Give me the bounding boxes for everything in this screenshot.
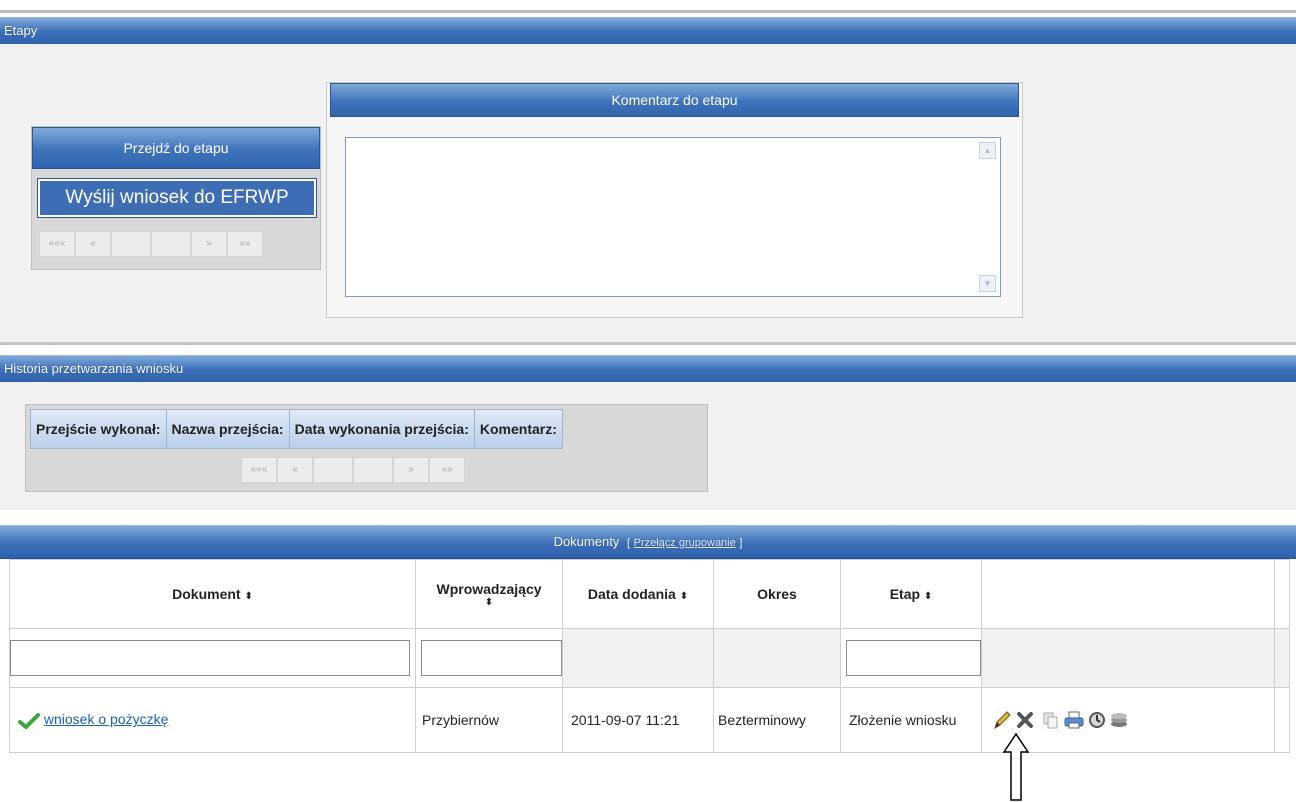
introducer-cell: Przybiernów	[415, 687, 563, 753]
history-col-performer: Przejście wykonał:	[31, 410, 167, 448]
filter-period-cell	[713, 628, 841, 688]
col-date-label: Data dodania	[587, 586, 676, 602]
col-introducer-label: Wprowadzający	[436, 580, 542, 597]
pager-prev-button[interactable]: «	[75, 231, 111, 257]
toggle-grouping-link[interactable]: Przełącz grupowanie	[634, 537, 736, 549]
history-col-date: Data wykonania przejścia:	[290, 410, 475, 448]
pager-page-cell	[353, 457, 393, 483]
col-stage-header[interactable]: Etap ⬍	[840, 559, 982, 629]
pager-first-button[interactable]: «««	[241, 457, 277, 483]
filter-introducer-input[interactable]	[421, 640, 562, 676]
col-document-label: Dokument	[172, 586, 241, 602]
etapy-title: Etapy	[4, 23, 38, 38]
print-icon[interactable]	[1064, 711, 1084, 729]
history-table: Przejście wykonał: Nazwa przejścia: Data…	[25, 404, 708, 492]
comment-box-header: Komentarz do etapu	[330, 83, 1019, 117]
top-divider	[0, 0, 1296, 13]
sort-icon[interactable]: ⬍	[244, 591, 252, 602]
document-cell: wniosek o pożyczkę	[9, 687, 416, 753]
period-cell: Bezterminowy	[713, 687, 841, 753]
col-date-header[interactable]: Data dodania ⬍	[562, 559, 714, 629]
documents-section-bar: Dokumenty [ Przełącz grupowanie ]	[0, 525, 1296, 559]
extra-cell	[1274, 687, 1290, 753]
documents-table: Dokument ⬍ Wprowadzający ⬍ Data dodania …	[9, 559, 1290, 753]
pager-next-button[interactable]: »	[393, 457, 429, 483]
col-actions-header	[981, 559, 1275, 629]
document-link[interactable]: wniosek o pożyczkę	[44, 711, 169, 727]
documents-header-row: Dokument ⬍ Wprowadzający ⬍ Data dodania …	[9, 559, 1290, 629]
history-col-comment: Komentarz:	[479, 421, 557, 437]
filter-introducer-cell	[415, 628, 563, 688]
sort-icon[interactable]: ⬍	[680, 591, 688, 602]
sort-icon[interactable]: ⬍	[416, 597, 562, 608]
pager-prev-button[interactable]: «	[277, 457, 313, 483]
check-icon	[18, 712, 40, 729]
history-table-header: Przejście wykonał: Nazwa przejścia: Data…	[30, 409, 563, 449]
stage-comment-textarea[interactable]: ▲ ▼	[345, 137, 1001, 297]
pager-page-cell	[313, 457, 353, 483]
filter-stage-cell	[840, 628, 982, 688]
bracket-open: [	[626, 537, 630, 549]
etapy-section-bar: Etapy	[0, 17, 1296, 45]
pager-last-button[interactable]: »»	[227, 231, 263, 257]
pager-page-cell	[111, 231, 151, 257]
send-to-efrwp-button[interactable]: Wyślij wniosek do EFRWP	[37, 178, 317, 218]
sort-icon[interactable]: ⬍	[924, 591, 932, 602]
delete-icon[interactable]	[1016, 711, 1034, 729]
col-document-header[interactable]: Dokument ⬍	[9, 559, 416, 629]
annotation-arrow-icon	[1002, 732, 1030, 801]
stage-cell: Złożenie wniosku	[840, 687, 982, 753]
scroll-up-icon[interactable]: ▲	[979, 142, 996, 159]
documents-filter-row	[9, 628, 1290, 688]
pager-first-button[interactable]: «««	[39, 231, 75, 257]
col-period-header: Okres	[713, 559, 841, 629]
col-stage-label: Etap	[889, 586, 921, 602]
pager-last-button[interactable]: »»	[429, 457, 465, 483]
edit-icon[interactable]	[992, 710, 1012, 730]
bracket-close: ]	[739, 537, 743, 549]
stage-pager: ««« « » »»	[39, 231, 263, 257]
filter-actions-cell	[981, 628, 1275, 688]
pager-next-button[interactable]: »	[191, 231, 227, 257]
col-introducer-header[interactable]: Wprowadzający ⬍	[415, 559, 563, 629]
filter-date-cell	[562, 628, 714, 688]
scroll-down-icon[interactable]: ▼	[979, 275, 996, 292]
filter-extra-cell	[1274, 628, 1290, 688]
col-extra-header	[1274, 559, 1290, 629]
filter-document-input[interactable]	[10, 640, 410, 676]
history-title: Historia przetwarzania wniosku	[4, 361, 184, 376]
table-row: wniosek o pożyczkę Przybiernów 2011-09-0…	[9, 687, 1290, 753]
stage-box-header: Przejdź do etapu	[32, 127, 320, 169]
filter-document-cell	[9, 628, 416, 688]
copy-icon[interactable]	[1042, 711, 1060, 729]
col-period-label: Okres	[757, 586, 797, 602]
date-added-cell: 2011-09-07 11:21	[562, 687, 714, 753]
history-icon[interactable]	[1088, 711, 1106, 729]
documents-title: Dokumenty	[553, 534, 620, 549]
history-pager: ««« « » »»	[241, 457, 465, 483]
stage-transition-box: Przejdź do etapu Wyślij wniosek do EFRWP…	[31, 126, 321, 270]
stage-comment-box: Komentarz do etapu ▲ ▼	[326, 82, 1023, 318]
filter-stage-input[interactable]	[846, 640, 981, 676]
history-col-transition: Nazwa przejścia:	[167, 410, 290, 448]
stack-icon[interactable]	[1109, 711, 1129, 729]
pager-page-cell	[151, 231, 191, 257]
history-section-bar: Historia przetwarzania wniosku	[0, 355, 1296, 383]
